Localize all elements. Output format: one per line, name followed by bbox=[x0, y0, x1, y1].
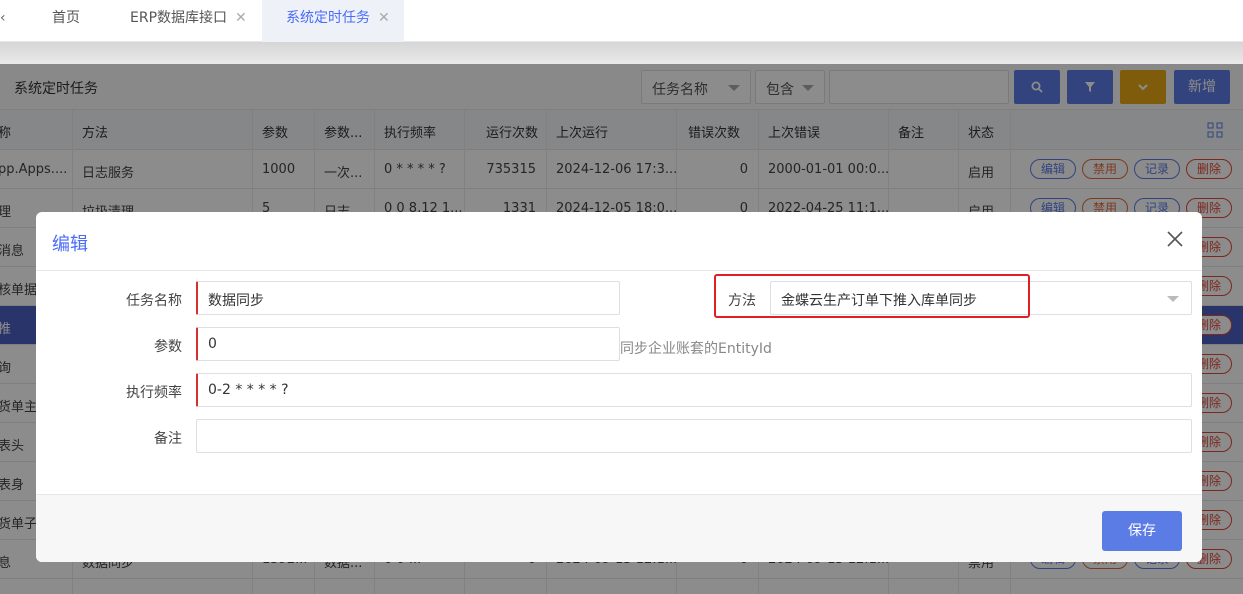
tab-label: ERP数据库接口 bbox=[130, 10, 228, 26]
remark-label: 备注 bbox=[154, 431, 182, 447]
close-icon[interactable] bbox=[1166, 230, 1184, 248]
param-hint: 同步企业账套的EntityId bbox=[620, 341, 772, 357]
task-name-value: 数据同步 bbox=[208, 293, 264, 309]
chevron-left-icon[interactable]: ‹ bbox=[0, 10, 6, 26]
tab-label: 系统定时任务 bbox=[286, 10, 370, 26]
tab-home[interactable]: 首页 bbox=[40, 0, 100, 42]
dialog-divider bbox=[36, 270, 1202, 271]
tab-label: 首页 bbox=[52, 10, 80, 26]
remark-input[interactable] bbox=[196, 419, 1192, 453]
dialog-title: 编辑 bbox=[52, 234, 88, 255]
param-label: 参数 bbox=[154, 339, 182, 355]
task-name-input[interactable]: 数据同步 bbox=[196, 281, 620, 315]
param-value: 0 bbox=[208, 336, 217, 352]
highlight-box bbox=[714, 274, 1030, 318]
tab-bar: ‹ 首页 ERP数据库接口 ✕ 系统定时任务 ✕ bbox=[0, 0, 1243, 42]
close-icon[interactable]: ✕ bbox=[378, 10, 390, 26]
save-button[interactable]: 保存 bbox=[1102, 511, 1182, 551]
param-input[interactable]: 0 bbox=[196, 327, 620, 361]
task-name-label: 任务名称 bbox=[126, 293, 182, 309]
tab-scheduled-tasks[interactable]: 系统定时任务 ✕ bbox=[262, 0, 404, 42]
cron-label: 执行频率 bbox=[126, 385, 182, 401]
edit-dialog: 编辑 任务名称 数据同步 方法 金蝶云生产订单下推入库单同步 参数 0 同步企业… bbox=[36, 212, 1202, 562]
cron-input[interactable]: 0-2 * * * * ? bbox=[196, 373, 1192, 407]
dialog-footer: 保存 bbox=[36, 494, 1202, 562]
cron-value: 0-2 * * * * ? bbox=[208, 382, 289, 398]
close-icon[interactable]: ✕ bbox=[235, 10, 247, 26]
tab-divider bbox=[0, 42, 1243, 64]
tab-erp-interface[interactable]: ERP数据库接口 ✕ bbox=[118, 0, 260, 42]
chevron-down-icon bbox=[1167, 296, 1179, 302]
